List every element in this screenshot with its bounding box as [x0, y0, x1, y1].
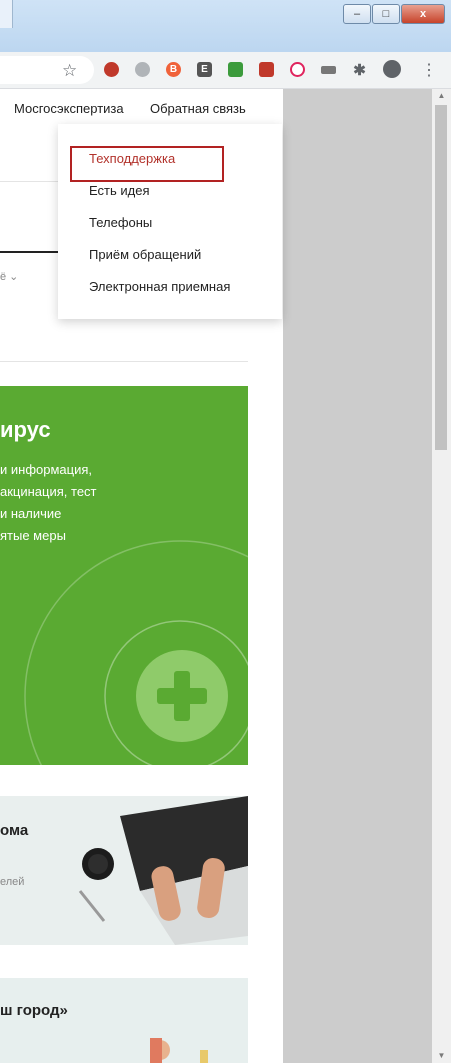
window-controls: – □ x — [342, 4, 445, 24]
tab-underline — [0, 251, 58, 253]
extension-leaf-icon[interactable] — [228, 62, 243, 77]
filter-dropdown[interactable]: ё ⌄ — [0, 270, 18, 283]
scroll-thumb[interactable] — [435, 105, 447, 450]
scroll-up-icon[interactable]: ▲ — [432, 89, 451, 103]
divider — [0, 181, 58, 182]
globe-icon[interactable] — [135, 62, 150, 77]
browser-tab[interactable] — [0, 0, 13, 28]
remote-work-card[interactable]: ома елей — [0, 796, 248, 945]
minimize-button[interactable]: – — [343, 4, 371, 24]
laptop-illustration — [78, 796, 248, 945]
city-illustration — [150, 1038, 208, 1063]
extension-icon-1[interactable] — [104, 62, 119, 77]
dropdown-item-idea[interactable]: Есть идея — [89, 183, 149, 198]
address-bar[interactable]: ☆ — [0, 56, 94, 84]
scroll-down-icon[interactable]: ▼ — [432, 1049, 451, 1063]
card-subtitle: елей — [0, 876, 25, 888]
puzzle-icon[interactable]: ✱ — [352, 62, 367, 79]
profile-icon[interactable] — [383, 60, 401, 78]
nav-item-mosgosexpertiza[interactable]: Мосгосэкспертиза — [14, 101, 124, 116]
browser-menu-icon[interactable]: ⋮ — [421, 60, 437, 80]
extension-circle-icon[interactable] — [290, 62, 305, 77]
card-text: и информация, — [0, 462, 92, 477]
dropdown-item-phones[interactable]: Телефоны — [89, 215, 152, 230]
card-title: ирус — [0, 417, 51, 442]
extension-b-icon[interactable]: B — [166, 62, 181, 77]
card-title: ш город» — [0, 1002, 68, 1019]
nav-item-feedback[interactable]: Обратная связь — [150, 101, 246, 116]
extension-bar-icon[interactable] — [321, 66, 336, 74]
card-title: ома — [0, 822, 29, 839]
highlight-box — [70, 146, 224, 182]
pdf-icon[interactable] — [259, 62, 274, 77]
card-text: акцинация, тест — [0, 484, 97, 499]
city-card[interactable]: ш город» — [0, 978, 248, 1063]
extension-e-icon[interactable]: E — [197, 62, 212, 77]
covid-card[interactable]: ирус и информация, акцинация, тест и нал… — [0, 386, 248, 765]
close-button[interactable]: x — [401, 4, 445, 24]
page-background-gray — [283, 89, 432, 1063]
divider — [0, 361, 248, 362]
dropdown-item-appeals[interactable]: Приём обращений — [89, 247, 201, 262]
dropdown-item-e-reception[interactable]: Электронная приемная — [89, 279, 230, 294]
browser-titlebar: – □ x — [0, 0, 451, 52]
maximize-button[interactable]: □ — [372, 4, 400, 24]
browser-toolbar: ☆ B E ✱ ⋮ — [0, 52, 451, 89]
star-icon[interactable]: ☆ — [62, 61, 77, 81]
card-text: и наличие — [0, 506, 62, 521]
card-text: ятые меры — [0, 528, 66, 543]
scrollbar[interactable]: ▲ ▼ — [432, 89, 451, 1063]
